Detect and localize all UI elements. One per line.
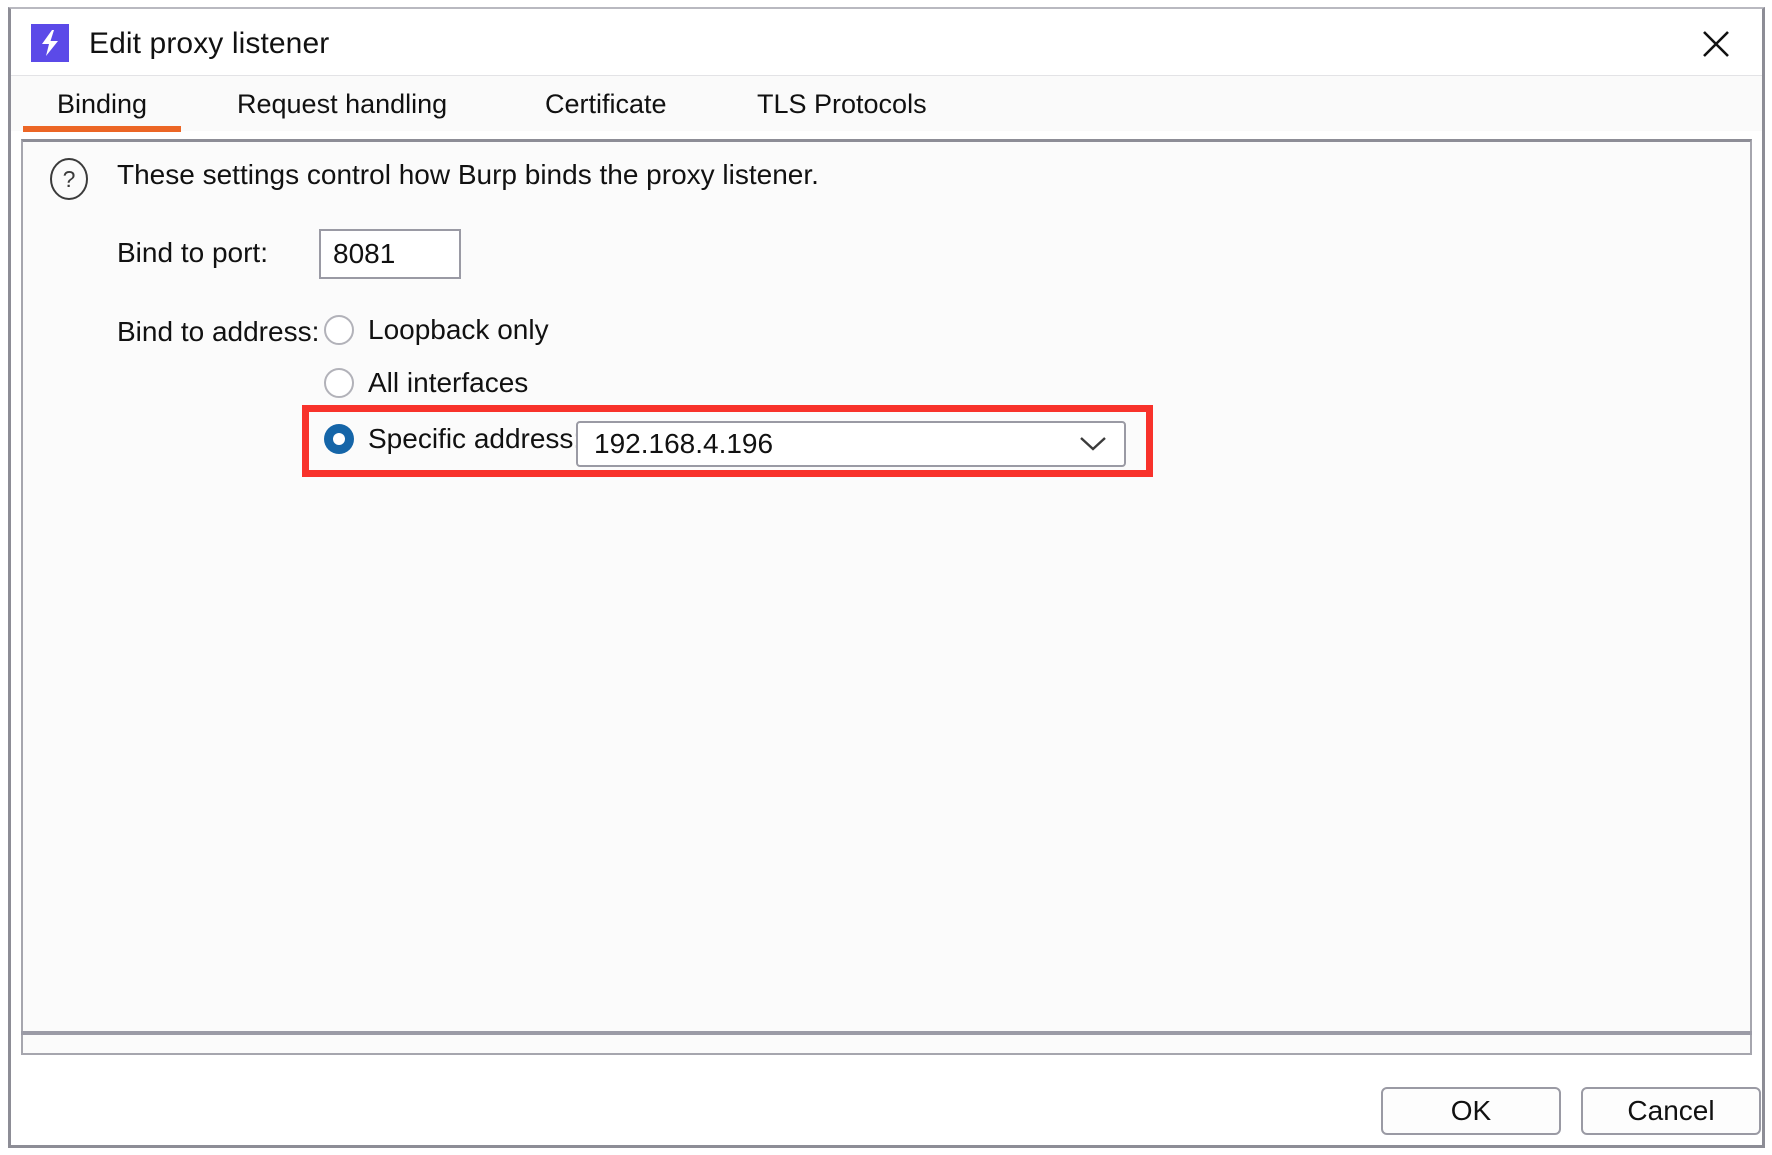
dialog-title: Edit proxy listener xyxy=(89,27,330,60)
radio-specific-address-label: Specific address: xyxy=(368,423,582,454)
svg-text:?: ? xyxy=(63,166,76,192)
radio-all-interfaces[interactable]: All interfaces xyxy=(324,367,528,399)
close-icon[interactable] xyxy=(1692,21,1740,67)
tab-request-handling[interactable]: Request handling xyxy=(237,76,447,132)
specific-address-value: 192.168.4.196 xyxy=(594,428,774,459)
radio-all-interfaces-label: All interfaces xyxy=(368,367,529,398)
tab-tls-protocols[interactable]: TLS Protocols xyxy=(757,76,927,132)
chevron-down-icon xyxy=(1078,435,1108,453)
lightning-bolt-icon xyxy=(31,24,69,62)
ok-button[interactable]: OK xyxy=(1381,1087,1561,1135)
specific-address-dropdown[interactable]: 192.168.4.196 xyxy=(576,421,1126,467)
radio-loopback-only[interactable]: Loopback only xyxy=(324,314,549,346)
footer-separator xyxy=(21,1031,1752,1035)
radio-loopback-only-indicator xyxy=(324,315,354,345)
tab-binding[interactable]: Binding xyxy=(23,76,182,132)
tab-bar: Binding Request handling Certificate TLS… xyxy=(11,75,1762,132)
panel-description: These settings control how Burp binds th… xyxy=(117,159,819,190)
radio-all-interfaces-indicator xyxy=(324,368,354,398)
tab-certificate-label: Certificate xyxy=(545,88,667,119)
radio-loopback-only-label: Loopback only xyxy=(368,314,549,345)
tab-certificate[interactable]: Certificate xyxy=(545,76,667,132)
bind-to-port-label: Bind to port: xyxy=(117,237,268,268)
bind-to-address-label: Bind to address: xyxy=(117,316,320,347)
edit-proxy-listener-dialog: Edit proxy listener Binding Request hand… xyxy=(8,7,1765,1148)
tab-tls-protocols-label: TLS Protocols xyxy=(757,88,927,119)
radio-specific-address[interactable]: Specific address: xyxy=(324,423,581,455)
tab-binding-label: Binding xyxy=(57,88,148,119)
dialog-titlebar: Edit proxy listener xyxy=(11,9,1762,75)
tab-request-handling-label: Request handling xyxy=(237,88,448,119)
cancel-button[interactable]: Cancel xyxy=(1581,1087,1761,1135)
bind-to-port-input[interactable] xyxy=(319,229,461,279)
binding-panel xyxy=(21,139,1752,1055)
radio-specific-address-indicator xyxy=(324,424,354,454)
question-mark-icon[interactable]: ? xyxy=(47,157,91,201)
